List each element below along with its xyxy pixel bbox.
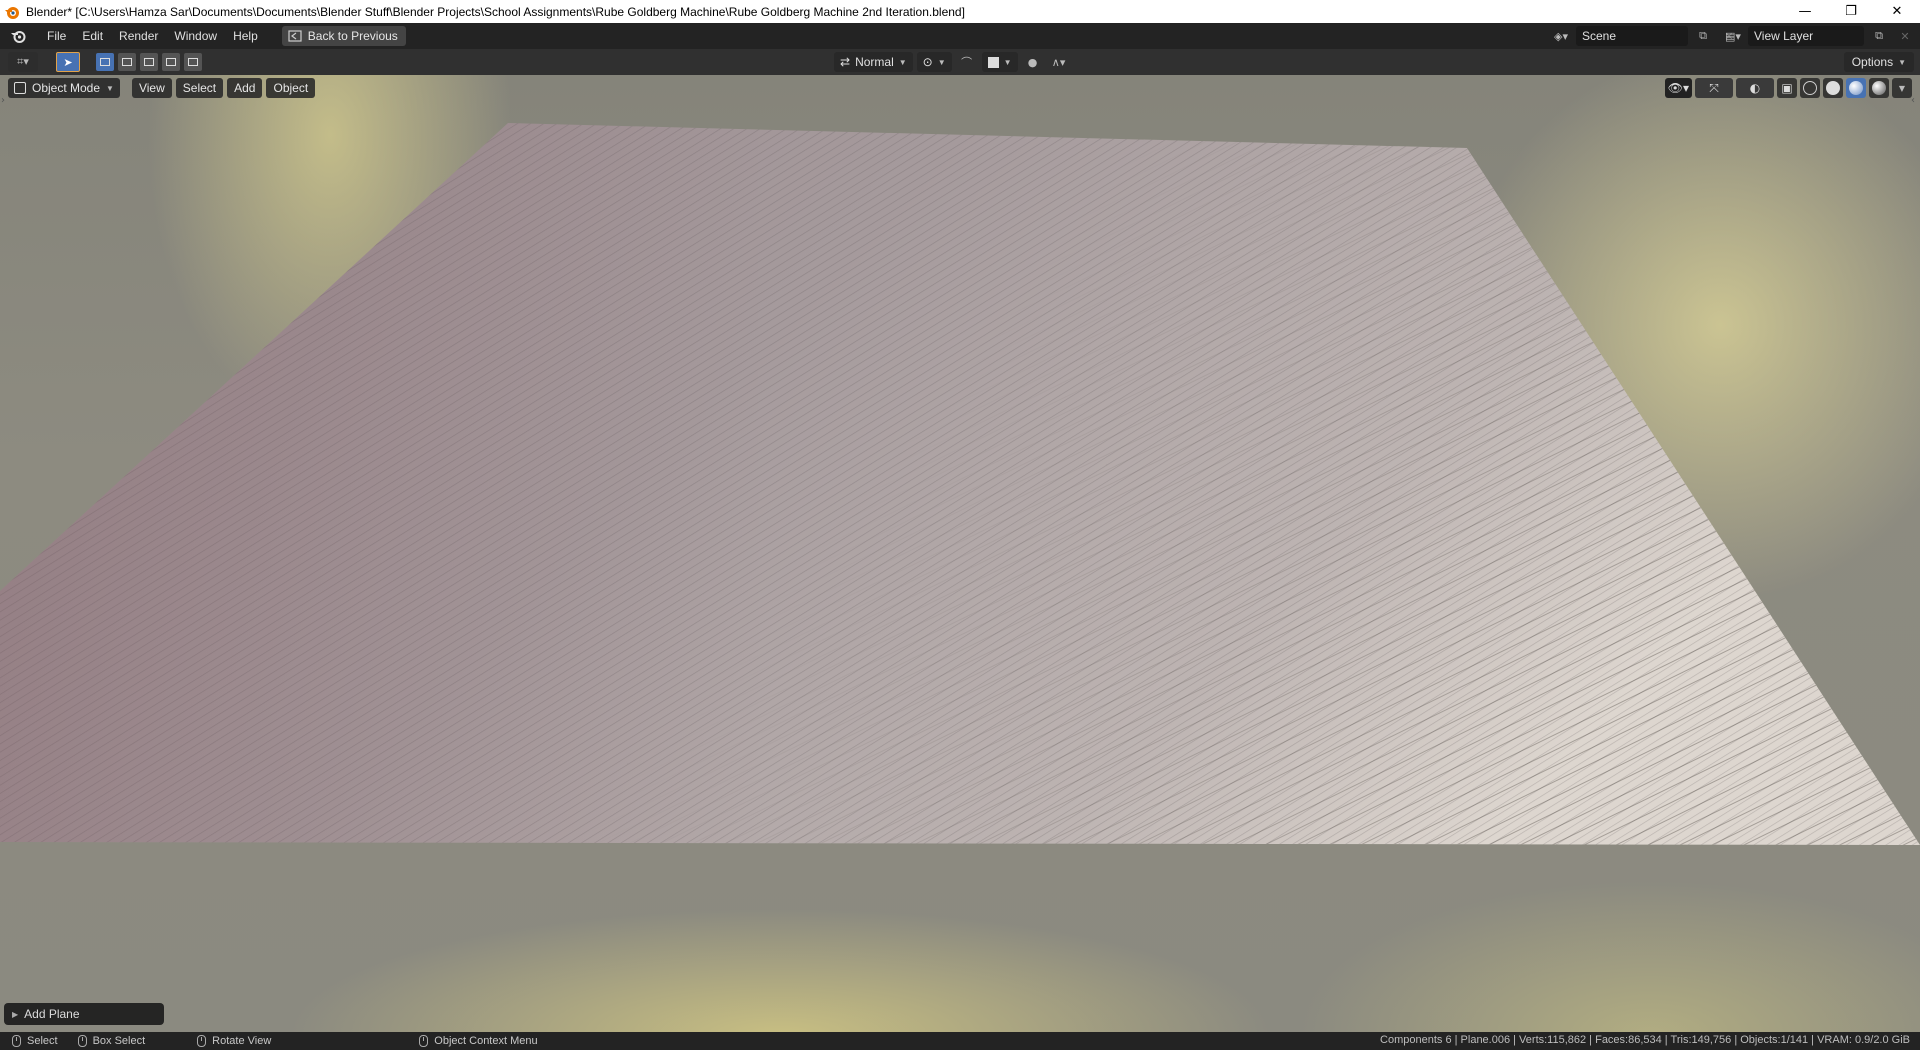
back-icon xyxy=(288,30,302,42)
pivot-icon: ⊙ xyxy=(922,55,933,69)
solid-shading-icon[interactable] xyxy=(1823,78,1843,98)
top-menubar: File Edit Render Window Help Back to Pre… xyxy=(0,23,1920,49)
xray-icon[interactable]: ▣ xyxy=(1777,78,1797,98)
rendered-shading-icon[interactable] xyxy=(1869,78,1889,98)
menu-file[interactable]: File xyxy=(39,25,74,47)
chevron-right-icon: ▶ xyxy=(12,1009,19,1019)
status-bar: Select Box Select Rotate View Object Con… xyxy=(0,1032,1920,1050)
mouse-left-icon xyxy=(77,1035,87,1047)
delete-view-layer-icon[interactable]: ✕ xyxy=(1894,26,1916,46)
view-layer-icon[interactable]: ▤▾ xyxy=(1722,26,1744,46)
minimize-button[interactable]: — xyxy=(1782,0,1828,23)
editor-type-icon[interactable]: ⌗▾ xyxy=(8,52,38,72)
gizmo-icon[interactable]: ⤧ xyxy=(1695,78,1733,98)
status-rotate-view: Rotate View xyxy=(197,1035,271,1047)
object-mode-icon xyxy=(14,82,26,94)
viewport-menu-select[interactable]: Select xyxy=(175,78,224,98)
viewport-header: Object Mode ▼ View Select Add Object xyxy=(8,78,316,98)
mouse-left-icon xyxy=(12,1035,21,1047)
snap-increment-icon xyxy=(987,56,999,68)
3d-viewport[interactable]: › ‹ Object Mode ▼ View Select Add Object… xyxy=(0,75,1920,1032)
visibility-icon[interactable]: 👁▾ xyxy=(1664,78,1692,98)
blender-app-icon xyxy=(5,6,19,19)
shading-options-icon[interactable]: ▼ xyxy=(1892,78,1912,98)
select-tool-icon[interactable]: ➤ xyxy=(56,52,80,72)
menu-window[interactable]: Window xyxy=(166,25,225,47)
close-button[interactable]: ✕ xyxy=(1874,0,1920,23)
status-context-menu: Object Context Menu xyxy=(419,1035,538,1047)
chevron-down-icon: ▼ xyxy=(898,57,907,67)
snap-target-dropdown[interactable]: ▼ xyxy=(981,52,1018,72)
last-operator-panel[interactable]: ▶ Add Plane xyxy=(4,1003,164,1025)
menu-render[interactable]: Render xyxy=(111,25,166,47)
scene-name-field[interactable]: Scene xyxy=(1576,26,1688,46)
chevron-down-icon: ▼ xyxy=(106,83,114,93)
options-dropdown[interactable]: Options ▼ xyxy=(1843,52,1914,72)
orientation-value: Normal xyxy=(855,55,894,69)
menu-help[interactable]: Help xyxy=(225,25,266,47)
plane-mesh xyxy=(0,123,1920,845)
viewport-menu-add[interactable]: Add xyxy=(227,78,263,98)
view-layer-selector: ▤▾ View Layer ⧉ ✕ xyxy=(1722,26,1916,46)
overlay-icon[interactable]: ◐ xyxy=(1736,78,1774,98)
scene-selector: ◈▾ Scene ⧉ ✕ xyxy=(1550,26,1740,46)
proportional-icon[interactable]: ● xyxy=(1022,52,1044,72)
status-select: Select xyxy=(12,1035,58,1047)
object-mode-label: Object Mode xyxy=(32,81,101,95)
options-label: Options xyxy=(1851,55,1894,69)
view-layer-field[interactable]: View Layer xyxy=(1748,26,1864,46)
select-mode-invert-icon[interactable] xyxy=(162,53,180,71)
mouse-middle-icon xyxy=(197,1035,207,1047)
viewport-menu-object[interactable]: Object xyxy=(266,78,316,98)
status-box-select: Box Select xyxy=(77,1035,146,1047)
window-titlebar: Blender* [C:\Users\Hamza Sar\Documents\D… xyxy=(0,0,1920,23)
viewport-menu-view[interactable]: View xyxy=(131,78,172,98)
select-mode-extend-icon[interactable] xyxy=(118,53,136,71)
status-context-label: Object Context Menu xyxy=(434,1035,538,1047)
status-rotate-label: Rotate View xyxy=(212,1035,272,1047)
object-mode-dropdown[interactable]: Object Mode ▼ xyxy=(8,78,120,98)
chevron-down-icon: ▼ xyxy=(1003,57,1012,67)
last-operator-label: Add Plane xyxy=(24,1007,80,1021)
back-to-previous-button[interactable]: Back to Previous xyxy=(281,26,406,46)
status-select-label: Select xyxy=(27,1035,58,1047)
maximize-button[interactable]: ❐ xyxy=(1828,0,1874,23)
select-mode-intersect-icon[interactable] xyxy=(184,53,202,71)
sidebar-toggle-icon[interactable]: ‹ xyxy=(1911,95,1919,111)
pivot-dropdown[interactable]: ⊙ ▼ xyxy=(916,52,952,72)
new-view-layer-icon[interactable]: ⧉ xyxy=(1868,26,1890,46)
transform-orientation-dropdown[interactable]: ⇄ Normal ▼ xyxy=(834,52,913,72)
snap-icon[interactable]: ⌒ xyxy=(956,52,978,72)
viewport-shading-controls: 👁▾ ⤧ ◐ ▣ ▼ xyxy=(1664,78,1912,98)
status-box-select-label: Box Select xyxy=(92,1035,146,1047)
menu-edit[interactable]: Edit xyxy=(74,25,111,47)
back-to-previous-label: Back to Previous xyxy=(307,29,398,43)
new-scene-icon[interactable]: ⧉ xyxy=(1692,26,1714,46)
chevron-down-icon: ▼ xyxy=(937,57,946,67)
select-mode-subtract-icon[interactable] xyxy=(140,53,158,71)
wireframe-shading-icon[interactable] xyxy=(1800,78,1820,98)
mouse-right-icon xyxy=(419,1035,429,1047)
scene-statistics: Components 6 | Plane.006 | Verts:115,862… xyxy=(1380,1034,1910,1046)
material-shading-icon[interactable] xyxy=(1846,78,1866,98)
proportional-falloff-icon[interactable]: ∧▾ xyxy=(1048,52,1070,72)
select-mode-new-icon[interactable] xyxy=(96,53,114,71)
orientation-icon: ⇄ xyxy=(840,55,851,69)
tool-header: ⌗▾ ➤ ⇄ Normal ▼ ⊙ ▼ ⌒ ▼ ● ∧▾ Options ▼ xyxy=(0,49,1920,75)
scene-icon[interactable]: ◈▾ xyxy=(1550,26,1572,46)
chevron-down-icon: ▼ xyxy=(1898,57,1906,67)
blender-logo-icon[interactable] xyxy=(7,25,29,47)
window-title: Blender* [C:\Users\Hamza Sar\Documents\D… xyxy=(26,4,965,19)
